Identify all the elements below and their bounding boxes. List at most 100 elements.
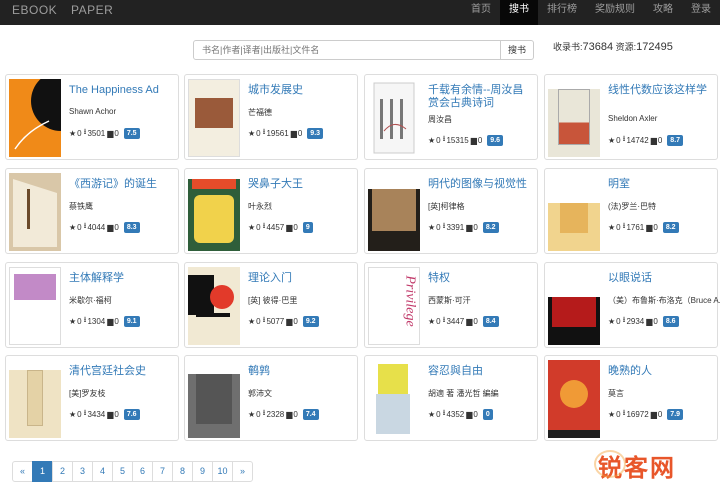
book-title[interactable]: 千载有余情--周汝昌赏会古典诗词 — [428, 84, 532, 110]
book-title[interactable]: 鹌鹑 — [248, 365, 352, 378]
book-cover[interactable] — [548, 173, 600, 251]
book-meta: ★ 0 ⭳ 1761 ▆ 0 8.2 — [608, 220, 679, 234]
book-title[interactable]: 容忍與自由 — [428, 365, 532, 378]
book-card[interactable]: 鹌鹑 郭沛文 ★ 0 ⭳ 2328 ▆ 0 7.4 — [184, 355, 358, 441]
book-card[interactable]: 线性代数应该这样学 Sheldon Axler ★ 0 ⭳ 14742 ▆ 0 8.7 — [544, 74, 718, 160]
search-input[interactable] — [193, 40, 501, 60]
comment-count: 0 — [477, 135, 483, 145]
pager-page[interactable]: 1 — [32, 461, 53, 482]
nav-home[interactable]: 首页 — [462, 0, 500, 25]
download-count: 4044 — [87, 222, 106, 232]
book-cover[interactable] — [368, 79, 420, 157]
book-cover[interactable] — [548, 267, 600, 345]
nav-rankings[interactable]: 排行榜 — [538, 0, 586, 25]
book-author: [英] 彼得·巴里 — [248, 296, 298, 305]
book-meta: ★ 0 ⭳ 2934 ▆ 0 8.6 — [608, 314, 679, 328]
nav-reward-rules[interactable]: 奖励规则 — [586, 0, 644, 25]
book-card[interactable]: 明代的图像与视觉性 [英]柯律格 ★ 0 ⭳ 3391 ▆ 0 8.2 — [364, 168, 538, 254]
pager-prev[interactable]: « — [12, 461, 33, 482]
book-meta: ★ 0 ⭳ 3447 ▆ 0 8.4 — [428, 314, 499, 328]
book-title[interactable]: 理论入门 — [248, 272, 352, 285]
book-cover[interactable] — [188, 267, 240, 345]
book-title[interactable]: 晚熟的人 — [608, 365, 712, 378]
star-count: 0 — [77, 128, 82, 138]
nav-guide[interactable]: 攻略 — [644, 0, 682, 25]
comment-count: 0 — [114, 222, 119, 232]
book-cover[interactable]: Privilege — [368, 267, 420, 345]
book-cover[interactable] — [188, 79, 240, 157]
star-count: 0 — [616, 316, 621, 326]
book-card[interactable]: 《西游记》的诞生 蔡铁鹰 ★ 0 ⭳ 4044 ▆ 0 8.3 — [5, 168, 179, 254]
book-cover[interactable] — [368, 173, 420, 251]
book-title[interactable]: 特权 — [428, 272, 532, 285]
book-card[interactable]: Privilege 特权 西蒙斯·可汗 ★ 0 ⭳ 3447 ▆ 0 8.4 — [364, 262, 538, 348]
comment-icon: ▆ — [466, 316, 473, 326]
search-button[interactable]: 搜书 — [501, 40, 534, 60]
book-cover[interactable] — [9, 360, 61, 438]
book-cover[interactable] — [9, 267, 61, 345]
pager-page[interactable]: 4 — [92, 461, 113, 482]
nav-login[interactable]: 登录 — [682, 0, 720, 25]
book-card[interactable]: 千载有余情--周汝昌赏会古典诗词 周汝昌 ★ 0 ⭳ 15315 ▆ 0 9.6 — [364, 74, 538, 160]
book-meta: ★ 0 ⭳ 14742 ▆ 0 8.7 — [608, 133, 684, 147]
pager-page[interactable]: 10 — [212, 461, 233, 482]
book-card[interactable]: 哭鼻子大王 叶永烈 ★ 0 ⭳ 4457 ▆ 0 9 — [184, 168, 358, 254]
book-title[interactable]: The Happiness Ad — [69, 84, 173, 97]
book-card[interactable]: 清代宫廷社会史 [美]罗友枝 ★ 0 ⭳ 3434 ▆ 0 7.6 — [5, 355, 179, 441]
book-card[interactable]: 以眼说话 （美）布鲁斯·布洛克（Bruce A. ★ 0 ⭳ 2934 ▆ 0 8.6 — [544, 262, 720, 348]
pager-page[interactable]: 2 — [52, 461, 73, 482]
book-card[interactable]: 晚熟的人 莫言 ★ 0 ⭳ 16972 ▆ 0 7.9 — [544, 355, 718, 441]
book-title[interactable]: 以眼说话 — [608, 272, 712, 285]
pager-page[interactable]: 8 — [172, 461, 193, 482]
download-icon: ⭳ — [622, 134, 626, 143]
star-count: 0 — [616, 409, 621, 419]
book-cover[interactable] — [188, 360, 240, 438]
book-title[interactable]: 《西游记》的诞生 — [69, 178, 173, 191]
book-title[interactable]: 明代的图像与视觉性 — [428, 178, 532, 191]
book-cover[interactable] — [188, 173, 240, 251]
book-card[interactable]: 容忍與自由 胡適 著 潘光哲 編編 ★ 0 ⭳ 4352 ▆ 0 0 — [364, 355, 538, 441]
book-cover[interactable] — [9, 79, 61, 157]
comment-icon: ▆ — [650, 409, 657, 419]
pager-page[interactable]: 6 — [132, 461, 153, 482]
download-count: 3447 — [446, 316, 465, 326]
brand-paper: PAPER — [71, 3, 114, 17]
book-title[interactable]: 哭鼻子大王 — [248, 178, 352, 191]
book-title[interactable]: 清代宫廷社会史 — [69, 365, 173, 378]
comment-icon: ▆ — [470, 135, 477, 145]
score-badge: 8.2 — [662, 221, 679, 233]
book-card[interactable]: 明室 (法)罗兰·巴特 ★ 0 ⭳ 1761 ▆ 0 8.2 — [544, 168, 718, 254]
download-icon: ⭳ — [83, 408, 87, 417]
download-icon: ⭳ — [262, 221, 266, 230]
download-icon: ⭳ — [83, 127, 87, 136]
pager-next[interactable]: » — [232, 461, 253, 482]
book-cover[interactable] — [548, 79, 600, 157]
star-icon: ★ — [69, 409, 77, 419]
star-count: 0 — [77, 409, 82, 419]
book-card[interactable]: 主体解释学 米歇尔·福柯 ★ 0 ⭳ 1304 ▆ 0 9.1 — [5, 262, 179, 348]
book-card[interactable]: The Happiness Ad Shawn Achor ★ 0 ⭳ 3501 ▆ 0 7.5 — [5, 74, 179, 160]
book-title[interactable]: 线性代数应该这样学 — [608, 84, 712, 97]
nav-search-books[interactable]: 搜书 — [500, 0, 538, 25]
book-meta: ★ 0 ⭳ 3434 ▆ 0 7.6 — [69, 407, 140, 421]
book-cover[interactable] — [548, 360, 600, 438]
site-stats: 收录书:73684 资源:172495 — [553, 40, 673, 54]
download-icon: ⭳ — [442, 408, 446, 417]
book-title[interactable]: 明室 — [608, 178, 712, 191]
pager-page[interactable]: 5 — [112, 461, 133, 482]
book-meta: ★ 0 ⭳ 4457 ▆ 0 9 — [248, 220, 313, 234]
book-cover[interactable] — [368, 360, 420, 438]
comment-count: 0 — [293, 222, 298, 232]
pager-page[interactable]: 3 — [72, 461, 93, 482]
book-card[interactable]: 理论入门 [英] 彼得·巴里 ★ 0 ⭳ 5077 ▆ 0 9.2 — [184, 262, 358, 348]
book-card[interactable]: 城市发展史 芒福德 ★ 0 ⭳ 19561 ▆ 0 9.3 — [184, 74, 358, 160]
site-brand[interactable]: EBOOK PAPER — [12, 0, 123, 25]
book-title[interactable]: 城市发展史 — [248, 84, 352, 97]
book-title[interactable]: 主体解释学 — [69, 272, 173, 285]
star-icon: ★ — [69, 316, 77, 326]
pager-page[interactable]: 9 — [192, 461, 213, 482]
book-cover[interactable] — [9, 173, 61, 251]
download-count: 5077 — [266, 316, 285, 326]
pager-page[interactable]: 7 — [152, 461, 173, 482]
download-icon: ⭳ — [262, 127, 266, 136]
